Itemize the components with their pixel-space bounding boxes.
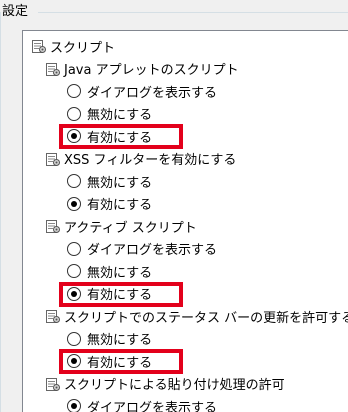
tree-section-label: XSS フィルターを有効にする	[64, 153, 237, 168]
radio-option[interactable]: ダイアログを表示する	[67, 395, 217, 412]
tree-section: スクリプトによる貼り付け処理の許可	[45, 373, 285, 395]
radio-option[interactable]: 無効にする	[67, 170, 152, 192]
tree-root: スクリプト	[31, 35, 115, 57]
radio-button-selected[interactable]	[67, 196, 81, 211]
radio-option[interactable]: ダイアログを表示する	[67, 238, 217, 260]
radio-option-label: 無効にする	[87, 333, 153, 348]
radio-option[interactable]: 無効にする	[67, 260, 152, 282]
tree-section: Java アプレットのスクリプト	[45, 58, 239, 80]
radio-option-label: ダイアログを表示する	[87, 243, 218, 258]
radio-button[interactable]	[67, 106, 81, 121]
tree-section-label: アクティブ スクリプト	[64, 220, 197, 236]
settings-tree[interactable]: スクリプト Java アプレットのスクリプト ダイアログを表示する 無効にする 有効にす…	[22, 30, 348, 412]
radio-option[interactable]: 有効にする	[67, 350, 152, 372]
radio-option-label: ダイアログを表示する	[87, 85, 218, 101]
tree-section: XSS フィルターを有効にする	[45, 148, 236, 170]
radio-button-selected[interactable]	[67, 286, 81, 301]
settings-node-icon	[45, 218, 61, 234]
radio-option[interactable]: 無効にする	[67, 328, 152, 350]
radio-button-selected[interactable]	[67, 354, 81, 368]
radio-option-label: 有効にする	[87, 288, 153, 303]
radio-option-label: 無効にする	[87, 108, 153, 123]
settings-node-icon	[45, 61, 61, 77]
tree-section: スクリプトでのステータス バーの更新を許可する	[45, 305, 348, 327]
radio-button[interactable]	[67, 241, 81, 256]
settings-node-icon	[45, 376, 61, 392]
group-border-top	[38, 12, 348, 13]
radio-option-label: 有効にする	[87, 355, 153, 371]
settings-node-icon	[45, 151, 61, 167]
group-title: 設定	[2, 2, 33, 22]
settings-node-icon	[31, 38, 47, 54]
tree-section-label: スクリプトによる貼り付け処理の許可	[64, 378, 285, 393]
radio-button[interactable]	[67, 84, 81, 98]
radio-button[interactable]	[67, 174, 81, 188]
radio-option-label: 無効にする	[87, 175, 153, 191]
radio-option[interactable]: 有効にする	[67, 193, 152, 215]
tree-section-label: スクリプトでのステータス バーの更新を許可する	[64, 310, 348, 326]
radio-option-label: 有効にする	[87, 198, 153, 213]
radio-option[interactable]: ダイアログを表示する	[67, 80, 217, 102]
radio-button[interactable]	[67, 264, 81, 278]
radio-button-selected[interactable]	[67, 399, 81, 412]
radio-button[interactable]	[67, 331, 81, 346]
radio-option[interactable]: 無効にする	[67, 103, 152, 125]
tree-section-label: Java アプレットのスクリプト	[64, 63, 239, 78]
radio-option[interactable]: 有効にする	[67, 125, 152, 147]
radio-option-label: 無効にする	[87, 265, 153, 281]
radio-option-label: 有効にする	[87, 130, 153, 146]
tree-root-label: スクリプト	[50, 40, 116, 56]
radio-button-selected[interactable]	[67, 129, 81, 143]
radio-option-label: ダイアログを表示する	[87, 400, 218, 412]
radio-option[interactable]: 有効にする	[67, 283, 152, 305]
settings-node-icon	[45, 308, 61, 324]
group-border-left	[0, 12, 1, 412]
tree-section: アクティブ スクリプト	[45, 215, 197, 237]
